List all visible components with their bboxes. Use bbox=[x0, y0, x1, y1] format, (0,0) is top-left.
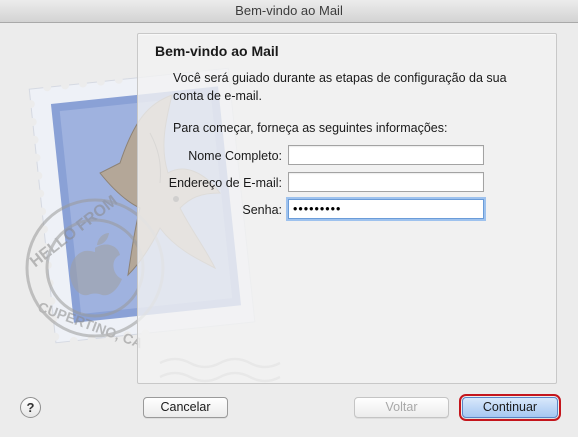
password-field[interactable] bbox=[288, 199, 484, 219]
help-button[interactable]: ? bbox=[20, 397, 41, 418]
full-name-label: Nome Completo: bbox=[188, 149, 282, 163]
back-button[interactable]: Voltar bbox=[354, 397, 449, 418]
full-name-field[interactable] bbox=[288, 145, 484, 165]
email-label: Endereço de E-mail: bbox=[168, 176, 282, 190]
window-title: Bem-vindo ao Mail bbox=[235, 3, 343, 18]
panel-title: Bem-vindo ao Mail bbox=[155, 43, 279, 59]
window-titlebar: Bem-vindo ao Mail bbox=[0, 0, 578, 23]
password-label: Senha: bbox=[242, 203, 282, 217]
instructions-text: Para começar, forneça as seguintes infor… bbox=[173, 121, 448, 135]
intro-text: Você será guiado durante as etapas de co… bbox=[173, 71, 507, 103]
mail-setup-window: Bem-vindo ao Mail HELLO FROM CUPERTINO, … bbox=[0, 0, 578, 437]
email-field[interactable] bbox=[288, 172, 484, 192]
cancel-button[interactable]: Cancelar bbox=[143, 397, 228, 418]
continue-button[interactable]: Continuar bbox=[459, 394, 561, 421]
help-icon: ? bbox=[26, 400, 35, 415]
